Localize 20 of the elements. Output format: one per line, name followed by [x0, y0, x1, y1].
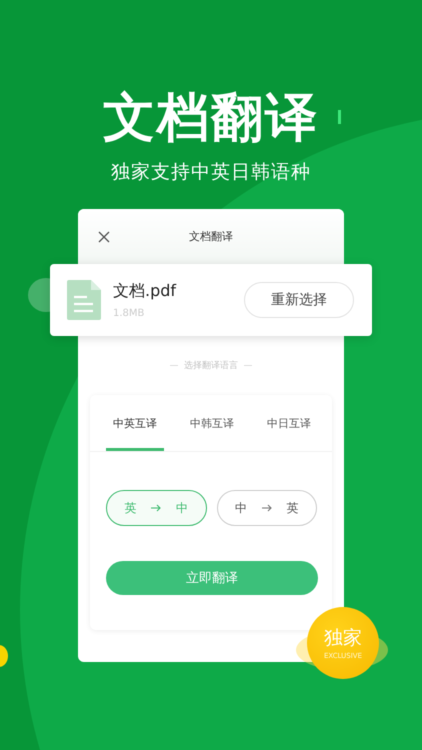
- source-language: 中: [234, 500, 247, 516]
- cursor-mark: [338, 110, 341, 124]
- badge-label: 独家: [324, 626, 362, 648]
- direction-button[interactable]: 中 英: [216, 490, 317, 526]
- language-tab[interactable]: 中日互译: [260, 395, 318, 451]
- source-language: 英: [124, 500, 136, 516]
- language-tab[interactable]: 中韩互译: [183, 395, 241, 451]
- subheadline: 独家支持中英日韩语种: [111, 160, 311, 185]
- file-name: 文档.pdf: [113, 281, 178, 302]
- close-icon[interactable]: [98, 231, 110, 243]
- target-language: 中: [176, 500, 188, 516]
- section-label: 选择翻译语言: [184, 360, 238, 372]
- dialog-title: 文档翻译: [189, 229, 233, 244]
- reselect-button[interactable]: 重新选择: [244, 282, 354, 318]
- language-tab[interactable]: 中英互译: [106, 395, 164, 451]
- headline: 文档翻译: [103, 88, 319, 148]
- document-icon: [67, 280, 101, 320]
- arrow-icon: [262, 504, 272, 512]
- target-language: 英: [286, 500, 299, 516]
- arrow-icon: [151, 504, 162, 512]
